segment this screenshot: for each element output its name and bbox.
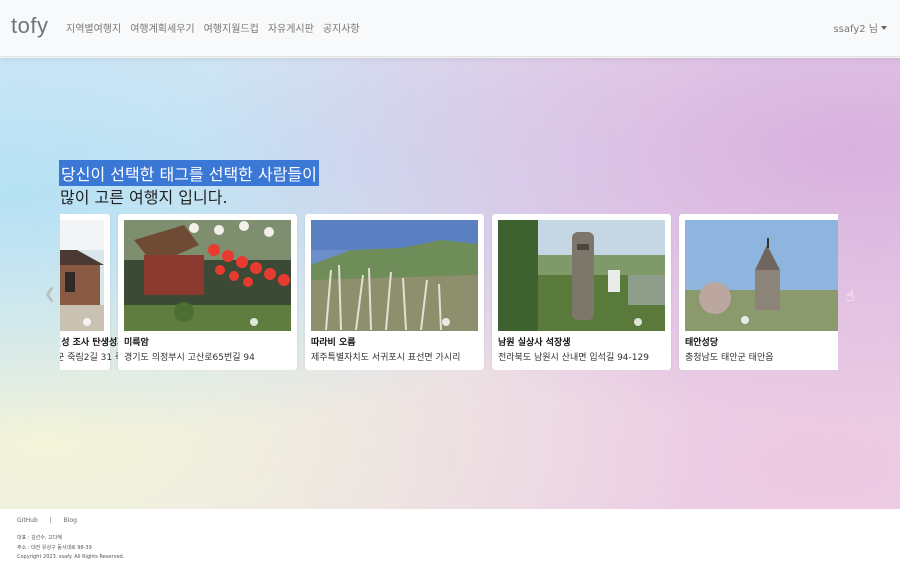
temple-photo bbox=[60, 220, 104, 331]
headline-line-2: 많이 고른 여행지 입니다. bbox=[60, 188, 228, 207]
church-photo bbox=[685, 220, 838, 331]
nav-link-notice[interactable]: 공지사항 bbox=[323, 20, 360, 35]
lantern-temple-photo bbox=[124, 220, 291, 331]
place-title: 따라비 오름 bbox=[311, 338, 356, 348]
place-title: 태안성당 bbox=[685, 338, 719, 348]
place-address: 전라북도 남원시 산내면 입석길 94-129 bbox=[498, 353, 649, 363]
nav-link-board[interactable]: 자유게시판 bbox=[268, 20, 314, 35]
footer-representative: 대표 : 김선수, 고다혜 bbox=[17, 535, 62, 541]
nav-link-worldcup[interactable]: 여행지월드컵 bbox=[204, 20, 259, 35]
navbar: tofy 지역별여행지 여행계획세우기 여행지월드컵 자유게시판 공지사항 ss… bbox=[0, 0, 900, 57]
place-address: 충청남도 태안군 태안읍 bbox=[685, 353, 774, 363]
hero-section: 당신이 선택한 태그를 선택한 사람들이 많이 고른 여행지 입니다. 성 조사… bbox=[0, 58, 900, 509]
nav-links: 지역별여행지 여행계획세우기 여행지월드컵 자유게시판 공지사항 bbox=[66, 20, 369, 35]
place-title: 미륵암 bbox=[124, 338, 149, 348]
place-address: 제주특별자치도 서귀포시 표선면 가시리 bbox=[311, 353, 461, 363]
nav-link-plan[interactable]: 여행계획세우기 bbox=[130, 20, 194, 35]
place-card[interactable]: 남원 실상사 석장생 전라북도 남원시 산내면 입석길 94-129 bbox=[492, 214, 671, 370]
stone-totem-photo bbox=[498, 220, 665, 331]
user-name: ssafy2 님 bbox=[833, 24, 878, 35]
place-card[interactable]: 태안성당 충청남도 태안군 태안읍 bbox=[679, 214, 838, 370]
footer-separator: | bbox=[49, 517, 52, 524]
recommendation-carousel: (김대건 신부 탄생지) 솔뫼성지 (성 조사 탄생성지) 충청남도 당진시 우… bbox=[60, 214, 838, 370]
place-address: 경기도 의정부시 고산로65번길 94 bbox=[124, 353, 255, 363]
place-card[interactable]: 미륵암 경기도 의정부시 고산로65번길 94 bbox=[118, 214, 297, 370]
carousel-track: (김대건 신부 탄생지) 솔뫼성지 (성 조사 탄생성지) 충청남도 당진시 우… bbox=[60, 214, 838, 370]
hand-cursor-icon: ☝ bbox=[845, 286, 855, 305]
nav-link-regional[interactable]: 지역별여행지 bbox=[66, 20, 121, 35]
footer-copyright: Copyright 2023. ssafy. All Rights Reserv… bbox=[17, 554, 125, 560]
footer: GitHub | Blog 대표 : 김선수, 고다혜 주소 : 대전 유성구 … bbox=[0, 509, 900, 573]
silver-grass-hill-photo bbox=[311, 220, 478, 331]
blog-link[interactable]: Blog bbox=[64, 517, 77, 524]
caret-down-icon bbox=[881, 26, 887, 30]
place-card[interactable]: (김대건 신부 탄생지) 솔뫼성지 (성 조사 탄생성지) 충청남도 당진시 우… bbox=[60, 214, 148, 370]
headline-line-1: 당신이 선택한 태그를 선택한 사람들이 bbox=[59, 160, 319, 186]
footer-links: GitHub | Blog bbox=[17, 517, 87, 524]
user-menu[interactable]: ssafy2 님 bbox=[833, 20, 887, 35]
footer-address: 주소 : 대전 유성구 동서대로 98-39 bbox=[17, 545, 92, 551]
brand-logo[interactable]: tofy bbox=[11, 13, 48, 39]
place-title: 남원 실상사 석장생 bbox=[498, 338, 571, 348]
place-card[interactable]: 따라비 오름 제주특별자치도 서귀포시 표선면 가시리 bbox=[305, 214, 484, 370]
github-link[interactable]: GitHub bbox=[17, 517, 38, 524]
carousel-prev-icon[interactable]: ❮ bbox=[44, 286, 56, 302]
